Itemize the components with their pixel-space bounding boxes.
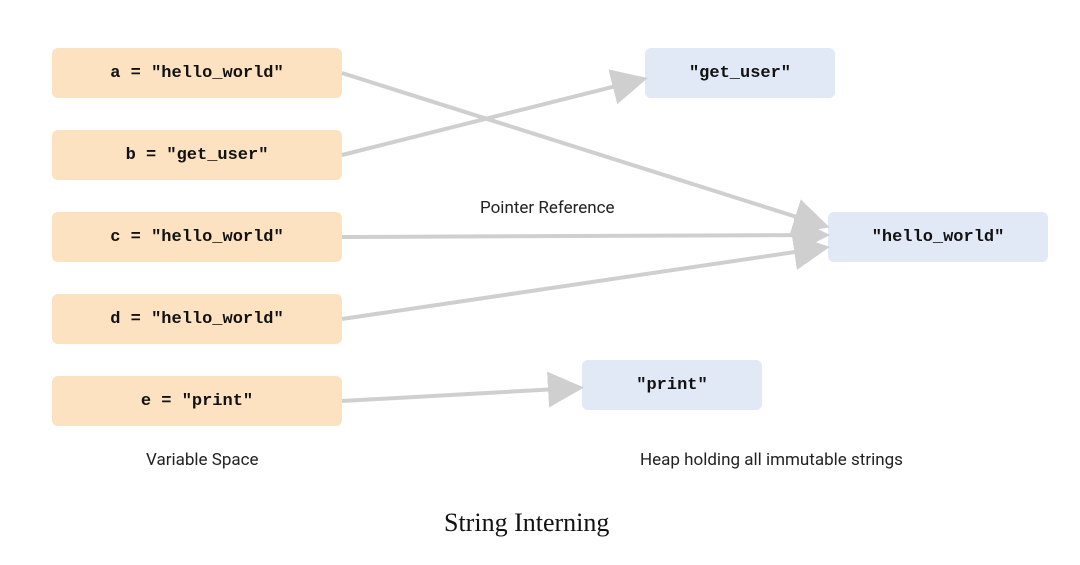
arrow-c-to-hello-world (342, 235, 822, 237)
variable-box-b: b = "get_user" (52, 130, 342, 180)
arrow-d-to-hello-world (342, 248, 822, 319)
heap-label: Heap holding all immutable strings (640, 450, 903, 470)
diagram-title: String Interning (444, 508, 609, 538)
pointer-reference-label: Pointer Reference (480, 198, 615, 218)
variable-code: d = "hello_world" (110, 310, 283, 329)
variable-box-d: d = "hello_world" (52, 294, 342, 344)
heap-box-get-user: "get_user" (645, 48, 835, 98)
heap-box-hello-world: "hello_world" (828, 212, 1048, 262)
variable-code: b = "get_user" (126, 146, 269, 165)
variable-code: a = "hello_world" (110, 64, 283, 83)
heap-value: "get_user" (689, 64, 791, 83)
variable-box-e: e = "print" (52, 376, 342, 426)
heap-value: "print" (636, 376, 707, 395)
variable-box-c: c = "hello_world" (52, 212, 342, 262)
variable-code: e = "print" (141, 392, 253, 411)
variable-space-label: Variable Space (146, 450, 259, 470)
arrow-e-to-print (342, 388, 576, 401)
heap-value: "hello_world" (872, 228, 1005, 247)
variable-code: c = "hello_world" (110, 228, 283, 247)
variable-box-a: a = "hello_world" (52, 48, 342, 98)
arrow-b-to-get-user (342, 80, 640, 155)
heap-box-print: "print" (582, 360, 762, 410)
